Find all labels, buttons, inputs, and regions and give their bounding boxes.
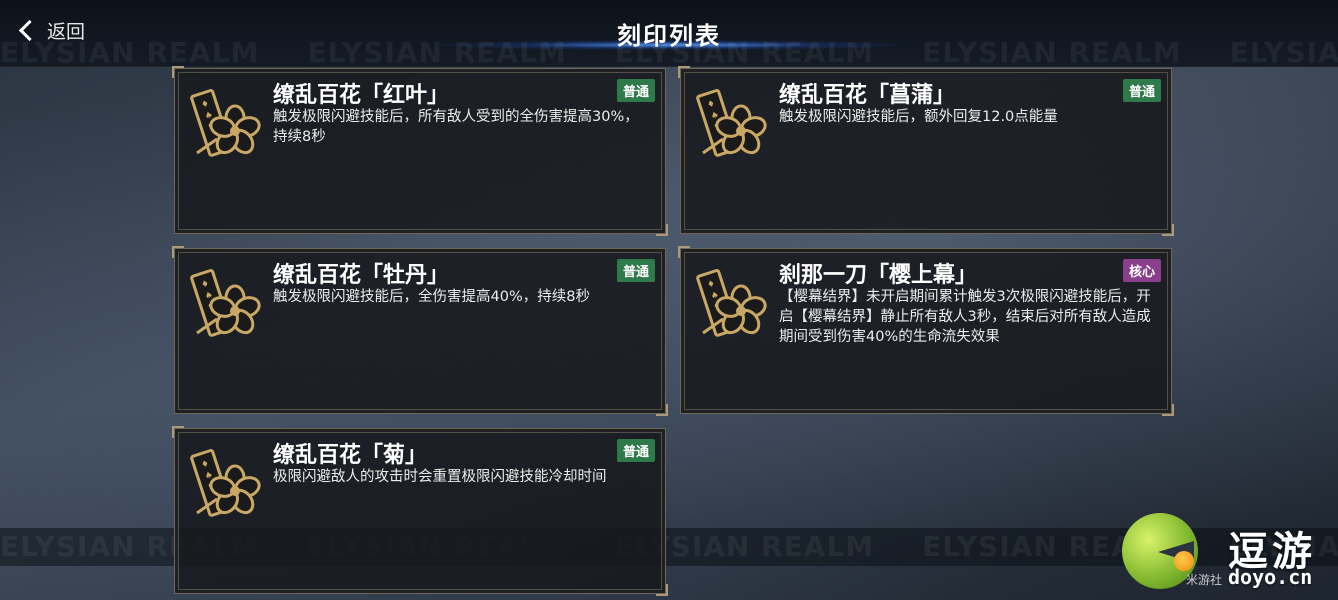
card-title: 缭乱百花「牡丹」 bbox=[273, 263, 450, 288]
rarity-badge: 普通 bbox=[1122, 79, 1161, 102]
card-description: 极限闪避敌人的攻击时会重置极限闪避技能冷却时间 bbox=[273, 469, 607, 485]
stigmata-card-hongye[interactable]: ♦♠♥ 缭乱百花「红叶」 普通 触发极限闪避技能后，所有敌人受到的全伤害提高30… bbox=[172, 66, 668, 236]
stigmata-icon: ♦♠♥ bbox=[696, 89, 767, 157]
stigmata-icon: ♦♠♥ bbox=[696, 269, 767, 337]
logo-domain: doyo.cn bbox=[1228, 565, 1313, 589]
card-description: 触发极限闪避技能后，所有敌人受到的全伤害提高30%，持续8秒 bbox=[273, 109, 639, 145]
rarity-badge: 普通 bbox=[616, 259, 655, 282]
card-description: 触发极限闪避技能后，全伤害提高40%，持续8秒 bbox=[273, 289, 590, 305]
stigmata-card-yingshangmu[interactable]: ♦♠♥ 刹那一刀「樱上幕」 核心 【樱幕结界】未开启期间累计触发3次极限闪避技能… bbox=[678, 246, 1174, 416]
stigmata-icon: ♦♠♥ bbox=[190, 449, 261, 517]
stigmata-icon: ♦♠♥ bbox=[190, 89, 261, 157]
stigmata-card-ju[interactable]: ♦♠♥ 缭乱百花「菊」 普通 极限闪避敌人的攻击时会重置极限闪避技能冷却时间 bbox=[172, 426, 668, 596]
card-title: 缭乱百花「菖蒲」 bbox=[779, 83, 956, 108]
card-title: 刹那一刀「樱上幕」 bbox=[779, 263, 978, 288]
logo-subtext: 米游社 bbox=[1186, 573, 1223, 587]
card-title: 缭乱百花「红叶」 bbox=[273, 83, 450, 108]
stigmata-card-mudan[interactable]: ♦♠♥ 缭乱百花「牡丹」 普通 触发极限闪避技能后，全伤害提高40%，持续8秒 bbox=[172, 246, 668, 416]
rarity-badge: 普通 bbox=[616, 79, 655, 102]
rarity-badge: 核心 bbox=[1122, 259, 1161, 282]
stigmata-card-changpu[interactable]: ♦♠♥ 缭乱百花「菖蒲」 普通 触发极限闪避技能后，额外回复12.0点能量 bbox=[678, 66, 1174, 236]
site-logo: 逗游 米游社 doyo.cn bbox=[1110, 505, 1338, 600]
rarity-badge: 普通 bbox=[616, 439, 655, 462]
card-description: 【樱幕结界】未开启期间累计触发3次极限闪避技能后，开启【樱幕结界】静止所有敌人3… bbox=[779, 289, 1151, 345]
card-description: 触发极限闪避技能后，额外回复12.0点能量 bbox=[779, 109, 1058, 125]
logo-dot-icon bbox=[1174, 551, 1194, 571]
card-title: 缭乱百花「菊」 bbox=[273, 443, 428, 468]
page-title: 刻印列表 bbox=[617, 22, 721, 50]
stigmata-icon: ♦♠♥ bbox=[190, 269, 261, 337]
